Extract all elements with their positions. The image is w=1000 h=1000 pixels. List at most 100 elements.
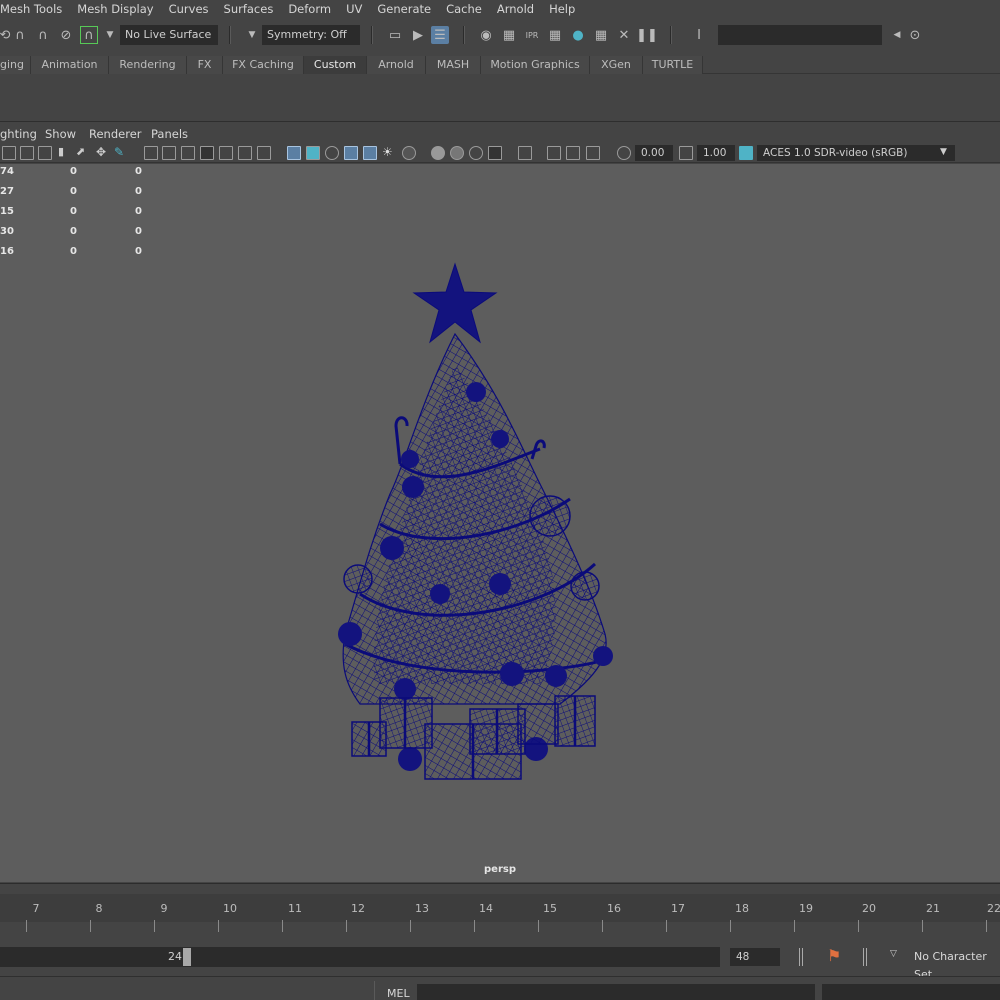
motion-blur-icon[interactable] xyxy=(450,146,464,160)
live-surface-field[interactable]: No Live Surface xyxy=(120,25,218,45)
resolution-gate-icon[interactable] xyxy=(181,146,195,160)
tab-animation[interactable]: Animation xyxy=(31,56,109,74)
depth-of-field-icon[interactable] xyxy=(488,146,502,160)
shadows-icon[interactable] xyxy=(402,146,416,160)
exposure-icon[interactable] xyxy=(617,146,631,160)
camera-attributes-icon[interactable] xyxy=(2,146,16,160)
range-handle[interactable] xyxy=(183,948,191,966)
search-help-icon[interactable]: ⊙ xyxy=(906,26,924,44)
menu-help[interactable]: Help xyxy=(541,2,582,16)
view-transform-chevron-icon[interactable]: ▼ xyxy=(940,147,947,157)
panel-menu-lighting[interactable]: ghting xyxy=(0,127,37,141)
menu-arnold[interactable]: Arnold xyxy=(489,2,541,16)
screen-space-ao-icon[interactable] xyxy=(431,146,445,160)
tab-arnold[interactable]: Arnold xyxy=(367,56,426,74)
menu-mesh-tools[interactable]: Mesh Tools xyxy=(0,2,69,16)
tab-fx-caching[interactable]: FX Caching xyxy=(223,56,304,74)
gamma-field[interactable]: 1.00 xyxy=(697,145,735,161)
smooth-shade-icon[interactable] xyxy=(306,146,320,160)
use-all-lights-icon[interactable]: ☀ xyxy=(382,146,396,160)
view-transform-dropdown[interactable]: ACES 1.0 SDR-video (sRGB) xyxy=(757,145,955,161)
snap-live-surface-icon[interactable]: ∩ xyxy=(80,26,98,44)
xray-icon[interactable] xyxy=(363,146,377,160)
ipr-render-icon[interactable]: IPR xyxy=(523,26,541,44)
snap-curve-icon[interactable]: ∩ xyxy=(11,26,29,44)
panel-menu-show[interactable]: Show xyxy=(45,127,76,141)
tab-rendering[interactable]: Rendering xyxy=(109,56,187,74)
tab-xgen[interactable]: XGen xyxy=(590,56,643,74)
ipr-preview-icon[interactable]: ◉ xyxy=(477,26,495,44)
wireframe-on-shaded-icon[interactable] xyxy=(344,146,358,160)
safe-action-icon[interactable] xyxy=(238,146,252,160)
wireframe-icon[interactable] xyxy=(287,146,301,160)
tab-mash[interactable]: MASH xyxy=(426,56,481,74)
panel-menu-panels[interactable]: Panels xyxy=(151,127,188,141)
exposure-field[interactable]: 0.00 xyxy=(635,145,673,161)
tab-turtle[interactable]: TURTLE xyxy=(643,56,703,74)
symmetry-options-chevron-icon[interactable]: ▼ xyxy=(243,26,261,44)
camera-bookmark-icon[interactable] xyxy=(20,146,34,160)
anti-alias-icon[interactable] xyxy=(469,146,483,160)
time-ruler[interactable]: 7 8 9 10 11 12 13 14 15 16 17 18 19 20 2… xyxy=(0,894,1000,932)
film-gate-icon[interactable] xyxy=(162,146,176,160)
animation-end-field[interactable]: 48 xyxy=(730,948,780,966)
tools-icon[interactable]: ✕ xyxy=(615,26,633,44)
menu-deform[interactable]: Deform xyxy=(280,2,338,16)
render-frame-icon[interactable]: ▭ xyxy=(386,26,404,44)
character-set-chevron-icon[interactable]: ▽ xyxy=(890,949,897,959)
snap-options-chevron-icon[interactable]: ▼ xyxy=(101,26,119,44)
collapse-arrow-icon[interactable]: ◀ xyxy=(888,26,906,44)
menu-surfaces[interactable]: Surfaces xyxy=(216,2,281,16)
christmas-tree-wireframe[interactable] xyxy=(0,164,1000,882)
gate-mask-icon[interactable] xyxy=(200,146,214,160)
menu-mesh-display[interactable]: Mesh Display xyxy=(69,2,160,16)
frame-tick xyxy=(666,920,667,932)
field-chart-icon[interactable] xyxy=(219,146,233,160)
render-settings-icon[interactable]: ☰ xyxy=(431,26,449,44)
frame-tick xyxy=(922,920,923,932)
render-clapper-icon[interactable]: ▦ xyxy=(546,26,564,44)
tab-custom[interactable]: Custom xyxy=(304,56,367,74)
image-plane-icon[interactable] xyxy=(38,146,52,160)
bookmark-icon[interactable]: ▮ xyxy=(58,146,72,160)
tab-rigging[interactable]: ging xyxy=(0,56,31,74)
tree-ornament xyxy=(570,571,600,601)
menu-generate[interactable]: Generate xyxy=(369,2,438,16)
safe-title-icon[interactable] xyxy=(257,146,271,160)
render-view-icon[interactable]: ▶ xyxy=(409,26,427,44)
grid-icon[interactable] xyxy=(144,146,158,160)
pause-icon[interactable]: ❚❚ xyxy=(636,26,658,44)
render-sequence-icon[interactable]: ▦ xyxy=(500,26,518,44)
2d-pan-icon[interactable]: ⬈ xyxy=(76,146,90,160)
command-search-field[interactable] xyxy=(718,25,882,45)
range-bar[interactable] xyxy=(0,947,720,967)
time-slider[interactable]: 7 8 9 10 11 12 13 14 15 16 17 18 19 20 2… xyxy=(0,883,1000,939)
tab-motion-graphics[interactable]: Motion Graphics xyxy=(481,56,590,74)
xray-joints-icon[interactable] xyxy=(547,146,561,160)
tree-ornament xyxy=(500,662,524,686)
hypershade-icon[interactable]: ● xyxy=(569,26,587,44)
command-input[interactable] xyxy=(417,984,815,1000)
menu-uv[interactable]: UV xyxy=(338,2,369,16)
grease-pencil-icon[interactable]: ✥ xyxy=(96,146,110,160)
mel-label[interactable]: MEL xyxy=(387,987,410,1000)
xray-active-icon[interactable] xyxy=(566,146,580,160)
menu-cache[interactable]: Cache xyxy=(438,2,489,16)
viewport-persp[interactable]: 74 0 0 27 0 0 15 0 0 30 0 0 16 0 0 persp xyxy=(0,164,1000,882)
default-material-icon[interactable] xyxy=(325,146,339,160)
backface-culling-icon[interactable] xyxy=(586,146,600,160)
panel-menu-renderer[interactable]: Renderer xyxy=(89,127,142,141)
symmetry-field[interactable]: Symmetry: Off xyxy=(262,25,360,45)
pencil-icon[interactable]: ✎ xyxy=(114,146,128,160)
isolate-select-icon[interactable] xyxy=(518,146,532,160)
render-batch-icon[interactable]: ▦ xyxy=(592,26,610,44)
character-set-dropdown[interactable]: No Character Set xyxy=(908,948,1000,981)
input-line-icon[interactable]: Ⅰ xyxy=(690,26,708,44)
snap-view-icon[interactable]: ⊘ xyxy=(57,26,75,44)
gamma-icon[interactable] xyxy=(679,146,693,160)
menu-curves[interactable]: Curves xyxy=(161,2,216,16)
auto-key-icon[interactable]: ⚑ xyxy=(827,946,841,965)
color-management-icon[interactable] xyxy=(739,146,753,160)
tab-fx[interactable]: FX xyxy=(187,56,223,74)
snap-point-icon[interactable]: ∩ xyxy=(34,26,52,44)
